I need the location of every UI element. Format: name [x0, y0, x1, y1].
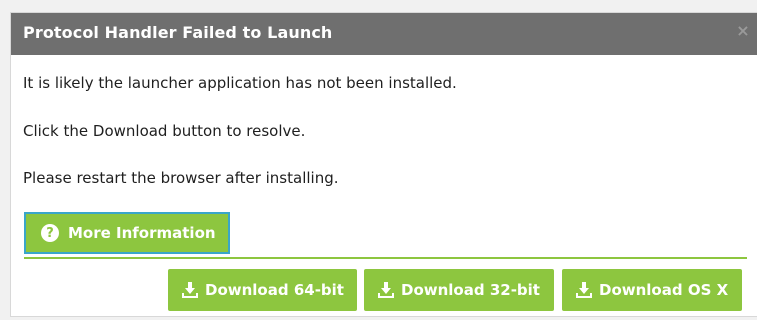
more-information-button[interactable]: ? More Information [24, 212, 230, 254]
close-icon[interactable]: × [734, 22, 752, 40]
message-line-3: Please restart the browser after install… [23, 169, 339, 187]
download-osx-label: Download OS X [599, 281, 729, 299]
download-32bit-label: Download 32-bit [401, 281, 540, 299]
download-icon [575, 281, 593, 299]
download-icon [181, 281, 199, 299]
message-line-2: Click the Download button to resolve. [23, 122, 306, 140]
download-32bit-button[interactable]: Download 32-bit [364, 269, 554, 311]
download-osx-button[interactable]: Download OS X [562, 269, 742, 311]
protocol-handler-dialog: Protocol Handler Failed to Launch × It i… [10, 12, 757, 317]
download-64bit-label: Download 64-bit [205, 281, 344, 299]
question-circle-icon: ? [41, 224, 59, 242]
dialog-titlebar: Protocol Handler Failed to Launch × [11, 13, 757, 55]
download-icon [377, 281, 395, 299]
dialog-title: Protocol Handler Failed to Launch [23, 23, 333, 42]
message-line-1: It is likely the launcher application ha… [23, 74, 457, 92]
more-information-label: More Information [68, 224, 216, 242]
button-divider [24, 257, 747, 259]
download-64bit-button[interactable]: Download 64-bit [168, 269, 357, 311]
